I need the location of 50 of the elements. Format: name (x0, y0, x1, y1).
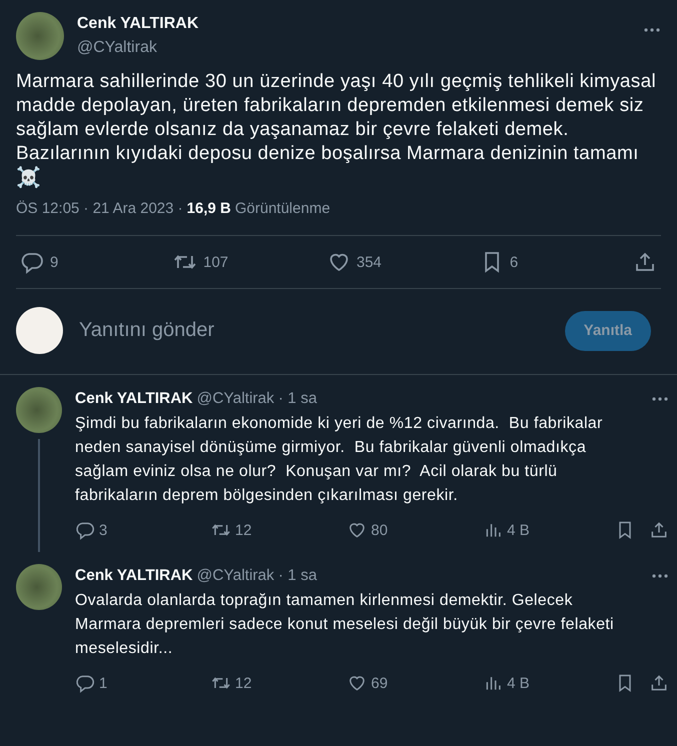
heart-icon (347, 520, 367, 540)
more-icon[interactable] (651, 396, 669, 402)
like-button[interactable] (347, 520, 367, 540)
share-button[interactable] (649, 673, 669, 693)
action-count: 69 (371, 674, 388, 692)
share-icon (649, 673, 669, 693)
reply-text: Ovalarda olanlarda toprağın tamamen kirlenmesi demektir. Gelecek Marmara depremleri sadece konut meselesi değil büyük bir çevre felaketi meselesidir... (75, 591, 615, 659)
action-count: 4 B (507, 674, 530, 692)
timestamp[interactable]: · 1 sa (278, 389, 317, 409)
more-icon[interactable] (643, 27, 661, 33)
author-name[interactable]: Cenk YALTIRAK (75, 566, 193, 586)
author-name[interactable]: Cenk YALTIRAK (75, 389, 193, 409)
action-count: 9 (50, 254, 58, 270)
author-handle[interactable]: @CYaltirak (196, 566, 274, 586)
action-count: 354 (356, 254, 382, 270)
view-count: 16,9 B (186, 200, 231, 217)
reply-icon (20, 250, 44, 274)
action-count: 12 (235, 674, 252, 692)
avatar-photo[interactable] (16, 12, 64, 60)
avatar-photo[interactable] (16, 387, 62, 433)
emoji: ☠ (16, 166, 41, 190)
action-count: 6 (510, 254, 518, 270)
avatar-photo[interactable] (16, 564, 62, 610)
heart-icon (347, 673, 367, 693)
reply-button[interactable] (20, 250, 44, 274)
avatar-picture[interactable] (16, 307, 63, 354)
share-icon (633, 250, 657, 274)
reply-button[interactable] (75, 520, 95, 540)
reply-icon (75, 673, 95, 693)
action-count: 4 B (507, 522, 530, 538)
tweet-text: Marmara sahillerinde 30 un üzerinde yaşı 40 yılı geçmiş tehlikeli kimyasal madde depolayan, üreten fabrikaların depremden etkilenmesi demek siz sağlam evlerde olsanız da yaşanamaz bir çevre felaketi demek. Bazılarının kıyıdaki deposu denize boşalırsa Marmara denizinin tamamı (16, 70, 657, 166)
author-name[interactable]: Cenk YALTIRAK (77, 14, 630, 34)
action-count: 107 (203, 254, 228, 270)
reply-icon (75, 520, 95, 540)
action-count: 12 (235, 522, 252, 538)
reply-button[interactable] (75, 673, 95, 693)
timestamp[interactable]: ÖS 12:05 · 21 Ara 2023 · (16, 200, 183, 217)
like-button[interactable] (347, 673, 367, 693)
action-count: 3 (99, 522, 108, 538)
action-count: 1 (99, 674, 108, 692)
share-icon (649, 520, 669, 540)
share-button[interactable] (633, 250, 657, 274)
author-handle[interactable]: @CYaltirak (77, 37, 630, 59)
reply-text: Şimdi bu fabrikaların ekonomide ki yeri de %12 civarında. Bu fabrikalar neden sanayisel dönüşüme girmiyor. Bu fabrikalar güvenli olmadıkça sağlam eviniz olsa ne olur? Konuşan var mı? Acil olarak bu türlü fabrikaların deprem bölgesinden çıkarılması gerekir. (75, 414, 604, 506)
timestamp[interactable]: · 1 sa (278, 566, 317, 586)
more-icon[interactable] (651, 573, 669, 579)
action-count: 80 (371, 522, 388, 538)
views-label: Görüntülenme (234, 200, 330, 217)
share-button[interactable] (649, 520, 669, 540)
author-handle[interactable]: @CYaltirak (196, 389, 274, 409)
